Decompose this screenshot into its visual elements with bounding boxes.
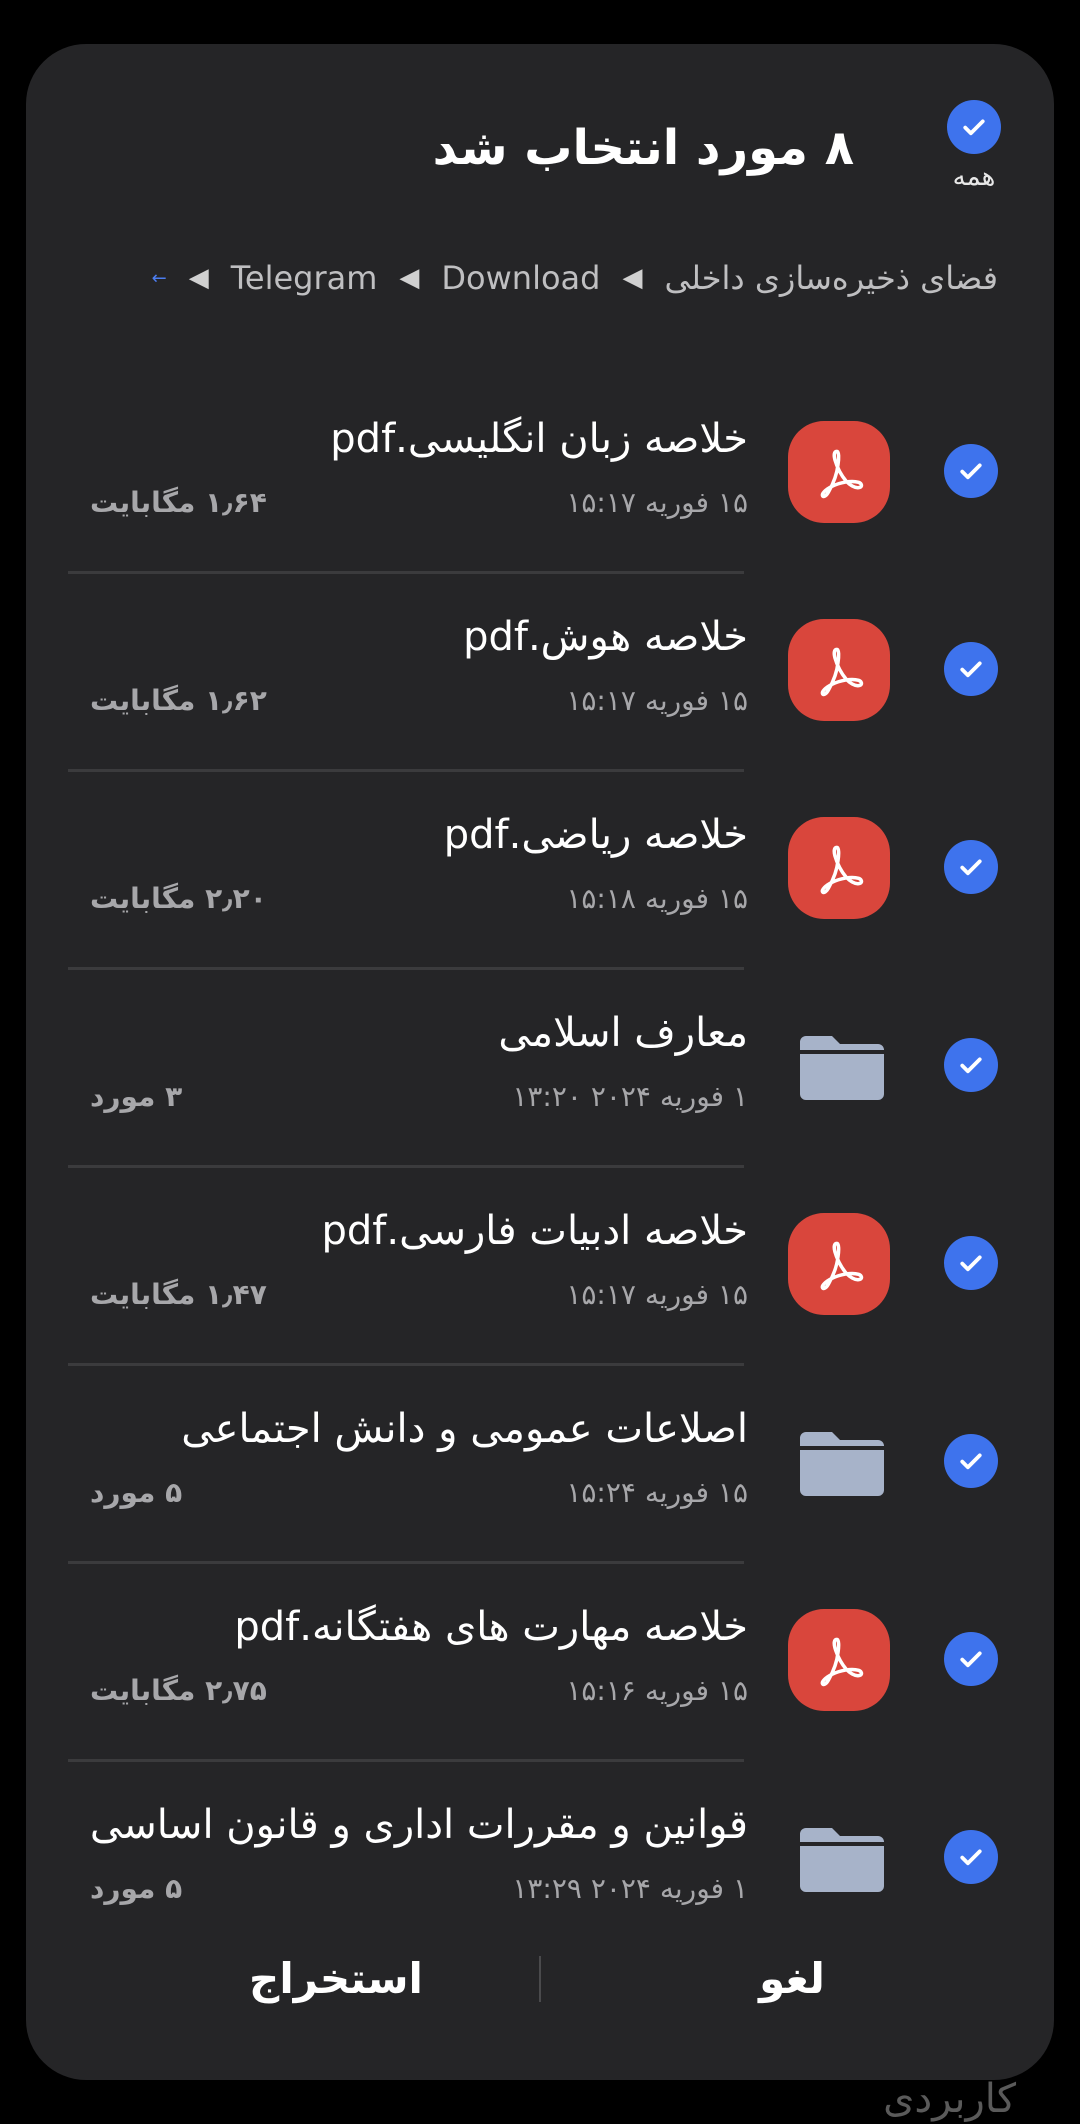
select-all-label: همه xyxy=(952,162,996,192)
item-name: قوانین و مقررات اداری و قانون اساسی xyxy=(89,1802,748,1848)
item-date: ۱۵ فوریه ۱۵:۱۷ xyxy=(566,684,748,717)
item-date: ۱ فوریه ۲۰۲۴ ۱۳:۲۹ xyxy=(512,1872,748,1905)
folder-icon xyxy=(800,1426,884,1500)
item-size: ۳ مورد xyxy=(90,1080,183,1113)
chevron-left-icon: ◀ xyxy=(622,263,643,293)
background-label: کاربردی xyxy=(883,2076,1016,2122)
pdf-icon xyxy=(788,619,890,721)
check-icon[interactable] xyxy=(944,1038,998,1092)
breadcrumb-more-icon[interactable]: ← xyxy=(152,268,167,289)
chevron-left-icon: ◀ xyxy=(399,263,420,293)
item-size: ۵ مورد xyxy=(90,1872,183,1905)
list-item[interactable]: قوانین و مقررات اداری و قانون اساسی ۱ فور… xyxy=(26,1762,1054,1960)
check-icon[interactable] xyxy=(944,1236,998,1290)
extract-dialog: ۸ مورد انتخاب شد همه فضای ذخیره‌سازی داخ… xyxy=(26,44,1054,2080)
list-item[interactable]: خلاصه ریاضی.pdf ۱۵ فوریه ۱۵:۱۸ ۲٫۲۰ مگابای… xyxy=(26,772,1054,970)
item-name: خلاصه ریاضی.pdf xyxy=(443,812,748,858)
check-icon[interactable] xyxy=(944,1830,998,1884)
check-icon[interactable] xyxy=(944,1434,998,1488)
item-name: خلاصه مهارت های هفتگانه.pdf xyxy=(234,1604,748,1650)
breadcrumb-item-download[interactable]: Download xyxy=(441,259,600,297)
dialog-footer: لغو استخراج xyxy=(26,1934,1054,2034)
breadcrumb-item-internal-storage[interactable]: فضای ذخیره‌سازی داخلی xyxy=(664,259,998,297)
item-date: ۱۵ فوریه ۱۵:۲۴ xyxy=(566,1476,748,1509)
check-icon xyxy=(947,100,1001,154)
list-item[interactable]: خلاصه زبان انگلیسی.pdf ۱۵ فوریه ۱۵:۱۷ ۱٫۶۴… xyxy=(26,376,1054,574)
item-size: ۱٫۶۲ مگابایت xyxy=(90,684,267,717)
item-date: ۱۵ فوریه ۱۵:۱۸ xyxy=(566,882,748,915)
item-date: ۱۵ فوریه ۱۵:۱۷ xyxy=(566,486,748,519)
check-icon[interactable] xyxy=(944,444,998,498)
item-date: ۱۵ فوریه ۱۵:۱۷ xyxy=(566,1278,748,1311)
folder-icon xyxy=(800,1822,884,1896)
pdf-icon xyxy=(788,1609,890,1711)
list-item[interactable]: خلاصه مهارت های هفتگانه.pdf ۱۵ فوریه ۱۵:۱… xyxy=(26,1564,1054,1762)
item-name: خلاصه زبان انگلیسی.pdf xyxy=(330,416,748,462)
pdf-icon xyxy=(788,421,890,523)
list-item[interactable]: خلاصه هوش.pdf ۱۵ فوریه ۱۵:۱۷ ۱٫۶۲ مگابایت xyxy=(26,574,1054,772)
pdf-icon xyxy=(788,817,890,919)
item-size: ۱٫۴۷ مگابایت xyxy=(90,1278,267,1311)
list-item[interactable]: خلاصه ادبیات فارسی.pdf ۱۵ فوریه ۱۵:۱۷ ۱٫۴۷… xyxy=(26,1168,1054,1366)
selection-count-title: ۸ مورد انتخاب شد xyxy=(432,120,854,176)
cancel-button[interactable]: لغو xyxy=(582,1954,1002,2003)
pdf-icon xyxy=(788,1213,890,1315)
chevron-left-icon: ◀ xyxy=(188,263,209,293)
item-name: معارف اسلامی xyxy=(498,1010,748,1056)
item-size: ۵ مورد xyxy=(90,1476,183,1509)
breadcrumb: فضای ذخیره‌سازی داخلی ◀ Download ◀ Teleg… xyxy=(152,256,998,300)
folder-icon xyxy=(800,1030,884,1104)
check-icon[interactable] xyxy=(944,840,998,894)
extract-button[interactable]: استخراج xyxy=(126,1954,546,2003)
breadcrumb-item-telegram[interactable]: Telegram xyxy=(231,259,378,297)
item-name: خلاصه هوش.pdf xyxy=(463,614,748,660)
item-size: ۲٫۲۰ مگابایت xyxy=(90,882,267,915)
check-icon[interactable] xyxy=(944,1632,998,1686)
item-name: اصلاعات عمومی و دانش اجتماعی xyxy=(181,1406,748,1452)
check-icon[interactable] xyxy=(944,642,998,696)
item-date: ۱ فوریه ۲۰۲۴ ۱۳:۲۰ xyxy=(512,1080,748,1113)
item-name: خلاصه ادبیات فارسی.pdf xyxy=(321,1208,748,1254)
list-item[interactable]: معارف اسلامی ۱ فوریه ۲۰۲۴ ۱۳:۲۰ ۳ مورد xyxy=(26,970,1054,1168)
item-date: ۱۵ فوریه ۱۵:۱۶ xyxy=(566,1674,748,1707)
list-item[interactable]: اصلاعات عمومی و دانش اجتماعی ۱۵ فوریه ۱۵:… xyxy=(26,1366,1054,1564)
item-size: ۱٫۶۴ مگابایت xyxy=(90,486,267,519)
select-all-toggle[interactable]: همه xyxy=(944,100,1004,192)
item-size: ۲٫۷۵ مگابایت xyxy=(90,1674,267,1707)
